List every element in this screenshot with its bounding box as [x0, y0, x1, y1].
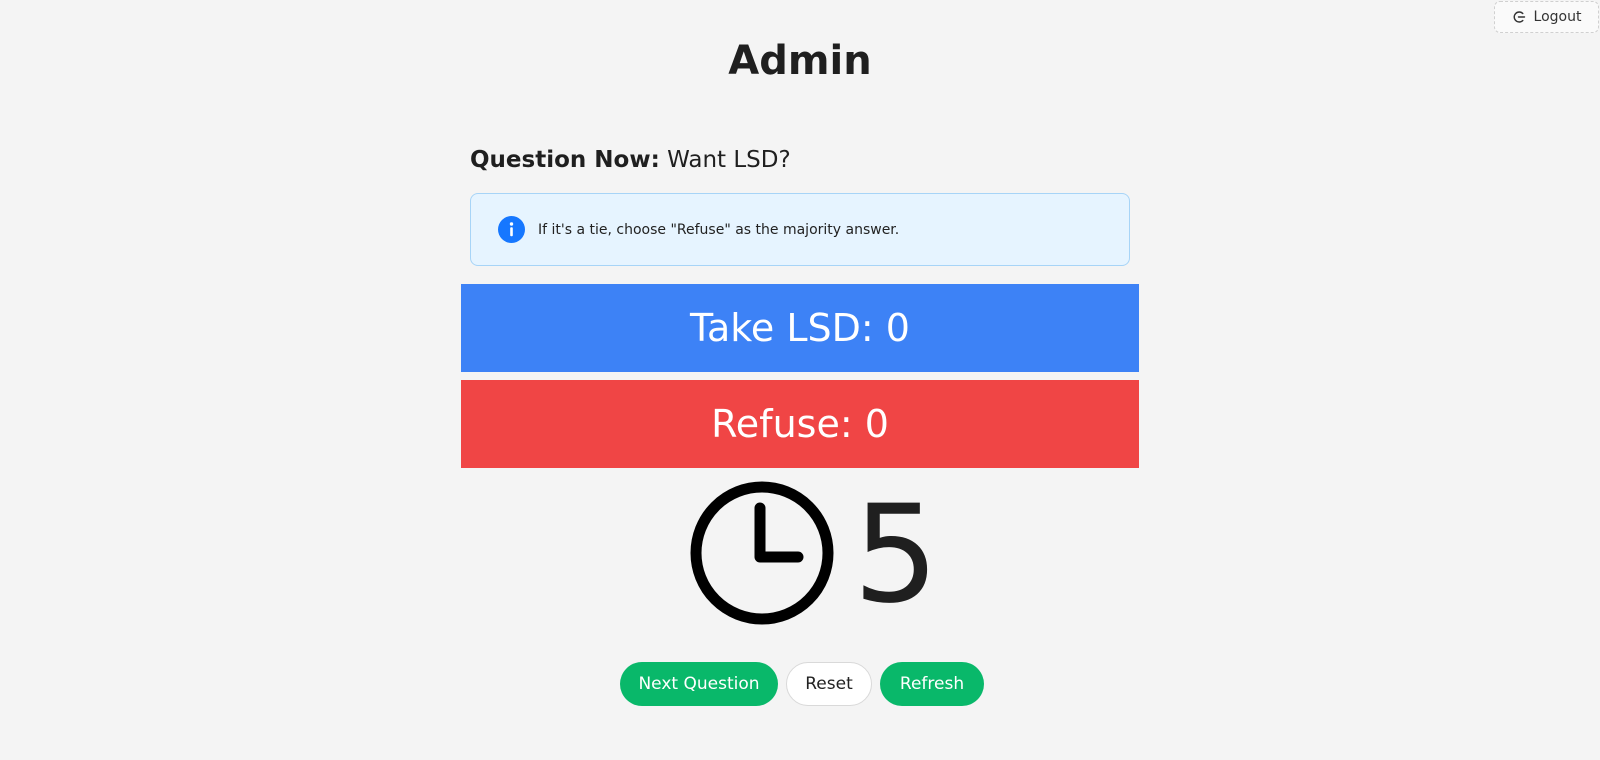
info-icon	[498, 216, 525, 243]
countdown-timer: 5	[689, 476, 939, 633]
take-lsd-vote-label: Take LSD: 0	[690, 306, 910, 350]
action-buttons: Next Question Reset Refresh	[620, 662, 984, 706]
countdown-value: 5	[853, 476, 939, 633]
refresh-button[interactable]: Refresh	[880, 662, 984, 706]
question-label: Question Now:	[470, 147, 660, 173]
clock-icon	[689, 480, 835, 630]
logout-button[interactable]: Logout	[1494, 1, 1599, 33]
alert-message: If it's a tie, choose "Refuse" as the ma…	[538, 221, 900, 238]
page-title: Admin	[728, 38, 872, 84]
question-text: Want LSD?	[667, 147, 791, 173]
take-lsd-vote-bar[interactable]: Take LSD: 0	[461, 284, 1139, 372]
logout-label: Logout	[1533, 9, 1582, 25]
reset-button[interactable]: Reset	[786, 662, 872, 706]
tie-info-alert: If it's a tie, choose "Refuse" as the ma…	[470, 193, 1130, 266]
logout-icon	[1512, 10, 1526, 24]
next-question-button[interactable]: Next Question	[620, 662, 778, 706]
refuse-vote-label: Refuse: 0	[711, 402, 889, 446]
question-line: Question Now: Want LSD?	[470, 143, 791, 177]
refuse-vote-bar[interactable]: Refuse: 0	[461, 380, 1139, 468]
